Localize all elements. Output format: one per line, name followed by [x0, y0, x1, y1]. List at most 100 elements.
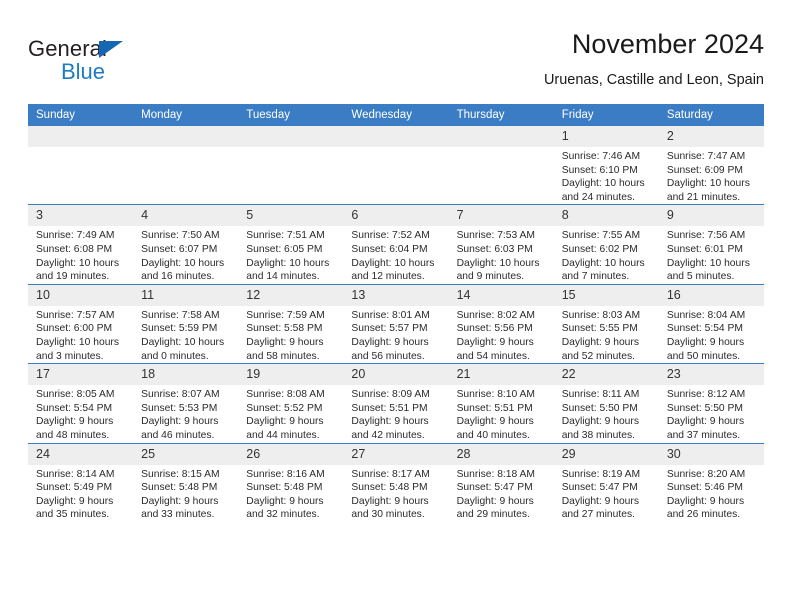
day-number: 13	[343, 284, 449, 306]
calendar-grid: Sunday Monday Tuesday Wednesday Thursday Frid…	[28, 104, 764, 522]
calendar-day-cell-empty	[238, 126, 344, 205]
day-details: Sunrise: 8:10 AM Sunset: 5:51 PM Daylight:…	[449, 385, 554, 442]
calendar-day-cell[interactable]: 16 Sunrise: 8:04 AM Sunset: 5:54 PM Dayligh…	[658, 283, 764, 364]
logo-text-general: General	[28, 36, 107, 61]
sunset-text: Sunset: 5:49 PM	[36, 482, 113, 494]
page-subtitle: Uruenas, Castille and Leon, Spain	[543, 72, 764, 88]
calendar-day-cell[interactable]: 1 Sunrise: 7:46 AM Sunset: 6:10 PM Daylight…	[553, 126, 659, 205]
calendar-day-cell[interactable]: 3 Sunrise: 7:49 AM Sunset: 6:08 PM Daylight…	[28, 204, 134, 285]
calendar-day-cell[interactable]: 23 Sunrise: 8:12 AM Sunset: 5:50 PM Dayligh…	[658, 363, 764, 443]
sunrise-text: Sunrise: 8:09 AM	[351, 389, 430, 401]
day-number: 28	[448, 443, 554, 465]
calendar-day-cell[interactable]: 26 Sunrise: 8:16 AM Sunset: 5:48 PM Dayligh…	[238, 442, 344, 522]
daylight-text-line1: Daylight: 9 hours	[561, 416, 639, 428]
day-number: 19	[238, 364, 344, 386]
calendar-day-cell[interactable]: 9 Sunrise: 7:56 AM Sunset: 6:01 PM Daylight…	[658, 204, 764, 285]
page-title: November 2024	[571, 29, 764, 59]
calendar-day-cell[interactable]: 7 Sunrise: 7:53 AM Sunset: 6:03 PM Daylight…	[448, 204, 554, 285]
daylight-text-line2: and 54 minutes.	[456, 350, 530, 362]
daylight-text-line2: and 33 minutes.	[141, 509, 215, 521]
sunrise-text: Sunrise: 7:57 AM	[36, 309, 115, 321]
calendar-day-cell[interactable]: 22 Sunrise: 8:11 AM Sunset: 5:50 PM Dayligh…	[553, 363, 659, 443]
daylight-text-line1: Daylight: 9 hours	[351, 416, 429, 428]
calendar-day-cell[interactable]: 6 Sunrise: 7:52 AM Sunset: 6:04 PM Daylight…	[343, 204, 449, 285]
calendar-day-cell[interactable]: 14 Sunrise: 8:02 AM Sunset: 5:56 PM Dayligh…	[448, 283, 554, 364]
sunset-text: Sunset: 5:48 PM	[351, 482, 428, 494]
daylight-text-line1: Daylight: 10 hours	[561, 178, 645, 190]
sunset-text: Sunset: 5:47 PM	[561, 482, 638, 494]
day-details: Sunrise: 8:11 AM Sunset: 5:50 PM Daylight:…	[554, 385, 659, 442]
weekday-header-sunday: Sunday	[28, 104, 134, 126]
sunset-text: Sunset: 5:50 PM	[666, 402, 743, 414]
daylight-text-line2: and 5 minutes.	[666, 271, 735, 283]
calendar-day-cell[interactable]: 11 Sunrise: 7:58 AM Sunset: 5:59 PM Dayligh…	[133, 283, 239, 364]
daylight-text-line2: and 35 minutes.	[36, 509, 110, 521]
sunrise-text: Sunrise: 8:15 AM	[141, 468, 220, 480]
sunrise-text: Sunrise: 8:20 AM	[666, 468, 746, 480]
daylight-text-line1: Daylight: 9 hours	[666, 336, 745, 348]
calendar-day-cell[interactable]: 13 Sunrise: 8:01 AM Sunset: 5:57 PM Dayligh…	[343, 283, 449, 364]
daylight-text-line1: Daylight: 9 hours	[456, 495, 534, 507]
sunrise-text: Sunrise: 8:18 AM	[456, 468, 535, 480]
calendar-day-cell[interactable]: 12 Sunrise: 7:59 AM Sunset: 5:58 PM Dayligh…	[238, 283, 344, 364]
day-number: 27	[343, 443, 449, 465]
calendar-week-row: 3 Sunrise: 7:49 AM Sunset: 6:08 PM Daylight…	[28, 204, 764, 285]
daylight-text-line2: and 21 minutes.	[666, 191, 741, 203]
calendar-day-cell[interactable]: 27 Sunrise: 8:17 AM Sunset: 5:48 PM Dayligh…	[343, 442, 449, 522]
day-number: 24	[28, 443, 134, 465]
day-number: 6	[343, 205, 449, 227]
sunrise-text: Sunrise: 8:03 AM	[561, 309, 641, 321]
day-details: Sunrise: 7:59 AM Sunset: 5:58 PM Daylight:…	[238, 306, 343, 363]
day-details: Sunrise: 7:50 AM Sunset: 6:07 PM Daylight:…	[133, 226, 238, 283]
sunset-text: Sunset: 5:46 PM	[666, 482, 743, 494]
daylight-text-line1: Daylight: 9 hours	[561, 336, 639, 348]
day-number	[133, 126, 239, 147]
title-block: November 2024 Uruenas, Castille and Leon…	[544, 28, 764, 91]
daylight-text-line2: and 27 minutes.	[561, 509, 635, 521]
sunrise-text: Sunrise: 7:59 AM	[246, 309, 325, 321]
day-number: 8	[553, 205, 659, 227]
calendar-day-cell[interactable]: 21 Sunrise: 8:10 AM Sunset: 5:51 PM Dayligh…	[448, 363, 554, 443]
general-blue-logo[interactable]: General Blue	[28, 36, 228, 92]
calendar-day-cell[interactable]: 18 Sunrise: 8:07 AM Sunset: 5:53 PM Dayligh…	[133, 363, 239, 443]
daylight-text-line2: and 12 minutes.	[351, 271, 425, 283]
day-number: 11	[133, 284, 239, 306]
daylight-text-line1: Daylight: 10 hours	[666, 178, 750, 190]
daylight-text-line2: and 58 minutes.	[246, 350, 320, 362]
sunset-text: Sunset: 5:53 PM	[141, 402, 218, 414]
calendar-day-cell[interactable]: 10 Sunrise: 7:57 AM Sunset: 6:00 PM Dayligh…	[28, 283, 134, 364]
calendar-day-cell[interactable]: 29 Sunrise: 8:19 AM Sunset: 5:47 PM Dayligh…	[553, 442, 659, 522]
calendar-day-cell[interactable]: 4 Sunrise: 7:50 AM Sunset: 6:07 PM Daylight…	[133, 204, 239, 285]
daylight-text-line1: Daylight: 10 hours	[141, 336, 225, 348]
calendar-day-cell[interactable]: 15 Sunrise: 8:03 AM Sunset: 5:55 PM Dayligh…	[553, 283, 659, 364]
calendar-day-cell[interactable]: 24 Sunrise: 8:14 AM Sunset: 5:49 PM Dayligh…	[28, 442, 134, 522]
calendar-day-cell[interactable]: 28 Sunrise: 8:18 AM Sunset: 5:47 PM Dayligh…	[448, 442, 554, 522]
day-number: 12	[238, 284, 344, 306]
calendar-day-cell[interactable]: 5 Sunrise: 7:51 AM Sunset: 6:05 PM Daylight…	[238, 204, 344, 285]
daylight-text-line1: Daylight: 9 hours	[456, 416, 534, 428]
sunrise-text: Sunrise: 7:58 AM	[141, 309, 220, 321]
day-details: Sunrise: 8:14 AM Sunset: 5:49 PM Daylight:…	[28, 465, 133, 522]
calendar-day-cell[interactable]: 25 Sunrise: 8:15 AM Sunset: 5:48 PM Dayligh…	[133, 442, 239, 522]
sunset-text: Sunset: 5:47 PM	[456, 482, 533, 494]
calendar-day-cell-empty	[448, 126, 554, 205]
day-number: 15	[553, 284, 659, 306]
calendar-week-row: 10 Sunrise: 7:57 AM Sunset: 6:00 PM Dayligh…	[28, 283, 764, 364]
calendar-day-cell[interactable]: 19 Sunrise: 8:08 AM Sunset: 5:52 PM Dayligh…	[238, 363, 344, 443]
weekday-header-wednesday: Wednesday	[343, 104, 449, 126]
daylight-text-line2: and 37 minutes.	[666, 429, 741, 441]
daylight-text-line1: Daylight: 9 hours	[666, 416, 745, 428]
calendar-day-cell[interactable]: 8 Sunrise: 7:55 AM Sunset: 6:02 PM Daylight…	[553, 204, 659, 285]
sunset-text: Sunset: 6:00 PM	[36, 323, 113, 335]
daylight-text-line1: Daylight: 9 hours	[36, 495, 114, 507]
calendar-day-cell[interactable]: 30 Sunrise: 8:20 AM Sunset: 5:46 PM Dayligh…	[658, 442, 764, 522]
calendar-day-cell[interactable]: 17 Sunrise: 8:05 AM Sunset: 5:54 PM Dayligh…	[28, 363, 134, 443]
day-details: Sunrise: 8:03 AM Sunset: 5:55 PM Daylight:…	[554, 306, 659, 363]
sunrise-text: Sunrise: 8:14 AM	[36, 468, 115, 480]
calendar-day-cell[interactable]: 2 Sunrise: 7:47 AM Sunset: 6:09 PM Daylight…	[658, 126, 764, 205]
daylight-text-line1: Daylight: 9 hours	[666, 495, 745, 507]
sunset-text: Sunset: 6:05 PM	[246, 243, 323, 255]
calendar-day-cell[interactable]: 20 Sunrise: 8:09 AM Sunset: 5:51 PM Dayligh…	[343, 363, 449, 443]
daylight-text-line2: and 50 minutes.	[666, 350, 741, 362]
sunset-text: Sunset: 6:08 PM	[36, 243, 113, 255]
